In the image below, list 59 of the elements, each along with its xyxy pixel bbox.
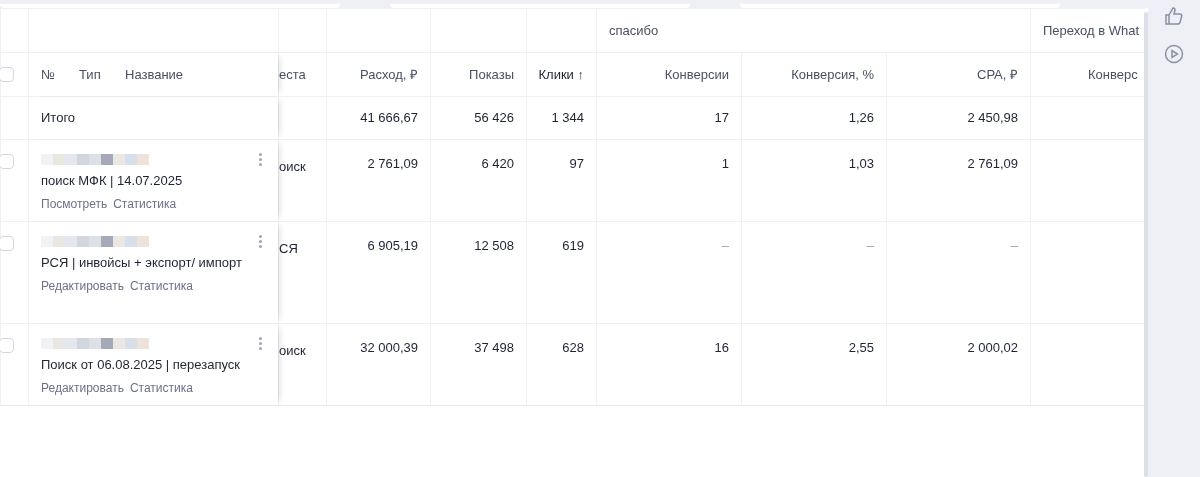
column-header[interactable]: Конверсия, % (791, 64, 874, 85)
checkbox[interactable] (0, 67, 14, 82)
table-cell-text: 2 761,09 (967, 155, 1018, 173)
more-icon[interactable] (259, 337, 262, 350)
link[interactable]: Редактировать (41, 276, 124, 295)
link[interactable]: Статистика (129, 276, 193, 295)
table-cell-text: 12 508 (474, 237, 514, 255)
link[interactable]: Редактировать (41, 378, 124, 397)
column-header[interactable]: Тип (79, 64, 125, 85)
play-icon[interactable] (1164, 44, 1184, 64)
checkbox[interactable] (0, 154, 14, 169)
table-cell: оиск (279, 343, 306, 358)
table-cell-text: 37 498 (474, 339, 514, 357)
campaign-name[interactable]: РСЯ | инвойсы + экспорт/ импорт (41, 253, 266, 273)
campaign-name[interactable]: Поиск от 06.08.2025 | перезапуск (41, 355, 266, 375)
campaign-name[interactable]: поиск МФК | 14.07.2025 (41, 171, 266, 191)
link[interactable]: Статистика (129, 378, 193, 397)
more-icon[interactable] (259, 153, 262, 166)
table-cell-text: 1,26 (848, 109, 874, 128)
table-cell-text: 628 (562, 339, 584, 357)
table-cell-text: 2 000,02 (967, 339, 1018, 357)
table-cell-text: 32 000,39 (360, 339, 418, 357)
table-cell: СЯ (279, 241, 298, 256)
table-cell-text: 97 (569, 155, 584, 173)
column-header[interactable]: Показы (469, 64, 514, 85)
column-header[interactable]: Конверс (1088, 64, 1138, 85)
link[interactable]: Статистика (113, 194, 177, 213)
table-cell-text: 2 761,09 (367, 155, 418, 173)
table-cell-text: – (721, 237, 729, 255)
table-cell-text: 1 344 (551, 109, 584, 128)
table-cell-text: 2,55 (848, 339, 874, 357)
table-cell-text: 41 666,67 (360, 109, 418, 128)
table-cell-text: 2 450,98 (967, 109, 1018, 128)
table-cell-text: 6 420 (481, 155, 514, 173)
checkbox[interactable] (0, 236, 14, 251)
column-header[interactable]: Клики ↑ (538, 64, 584, 85)
table-cell-text: – (866, 237, 874, 255)
column-header[interactable]: CPA, ₽ (977, 64, 1018, 85)
table-cell-text: – (1010, 237, 1018, 255)
table-cell-text: 619 (562, 237, 584, 255)
column-header[interactable]: № (41, 64, 79, 85)
total-label: Итого (41, 109, 76, 128)
table-cell-text: 6 905,19 (367, 237, 418, 255)
link[interactable]: Посмотреть (41, 194, 108, 213)
more-icon[interactable] (259, 235, 262, 248)
table-cell: оиск (279, 159, 306, 174)
table-cell-text: 17 (714, 109, 729, 128)
table-cell-text: 56 426 (474, 109, 514, 128)
table-cell-text: 16 (714, 339, 729, 357)
column-header[interactable]: Конверсии (664, 64, 729, 85)
thumbs-up-icon[interactable] (1164, 6, 1184, 26)
column-header[interactable]: Название (125, 64, 184, 85)
table-cell-text: 1 (721, 155, 729, 173)
checkbox[interactable] (0, 338, 14, 353)
column-group-header: Переход в What (1043, 21, 1140, 40)
column-header[interactable]: Расход, ₽ (359, 64, 418, 85)
column-group-header: спасибо (609, 21, 659, 40)
table-cell-text: 1,03 (848, 155, 874, 173)
column-header[interactable]: еста (279, 64, 306, 85)
